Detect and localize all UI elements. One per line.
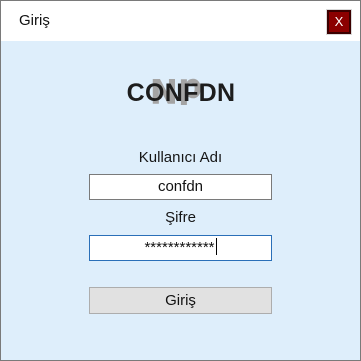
login-button[interactable]: Giriş: [89, 287, 272, 314]
login-window: Giriş X dN CONFDN Kullanıcı Adı confdn Ş…: [0, 0, 361, 361]
close-button[interactable]: X: [326, 9, 352, 35]
title-bar[interactable]: Giriş X: [1, 1, 360, 41]
password-field[interactable]: ************: [89, 235, 272, 261]
text-caret: [215, 238, 217, 255]
logo-text: CONFDN: [126, 79, 236, 107]
username-field[interactable]: confdn: [89, 174, 272, 200]
logo: dN CONFDN: [111, 63, 251, 123]
login-form-area: dN CONFDN Kullanıcı Adı confdn Şifre ***…: [1, 41, 360, 360]
password-label: Şifre: [165, 209, 196, 226]
window-title: Giriş: [19, 12, 50, 29]
password-value: ************: [144, 239, 215, 256]
username-label: Kullanıcı Adı: [138, 149, 223, 166]
